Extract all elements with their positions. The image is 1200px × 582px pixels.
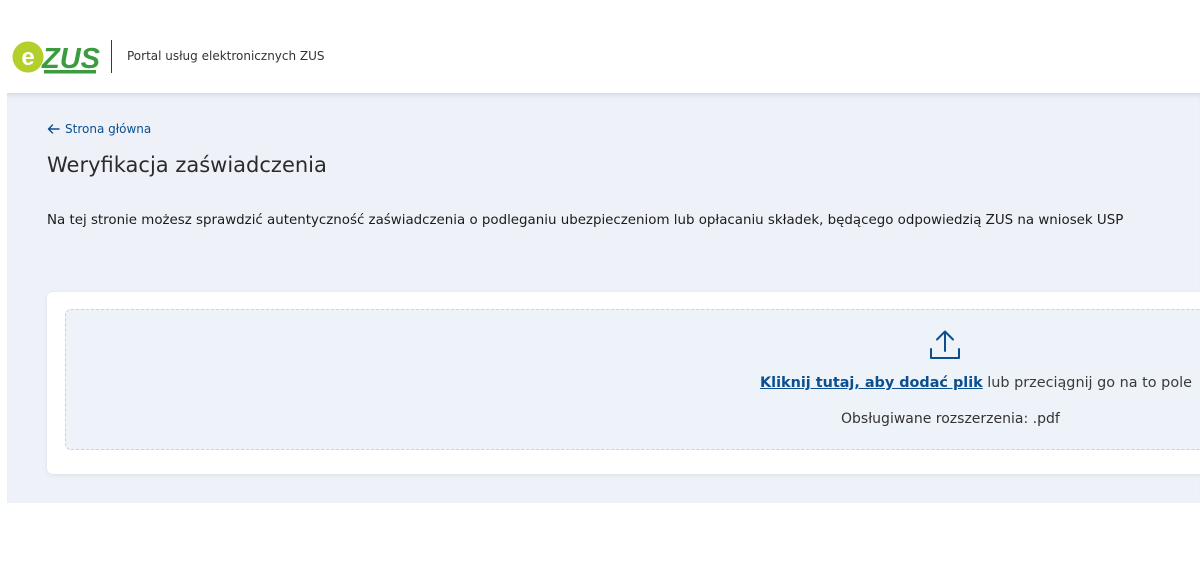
header: e ZUS Portal usług elektronicznych ZUS — [0, 0, 1200, 93]
add-file-link[interactable]: Kliknij tutaj, aby dodać plik — [760, 375, 983, 391]
logo-divider — [111, 40, 112, 73]
back-link-label: Strona główna — [65, 122, 152, 136]
ezus-logo[interactable]: e ZUS — [12, 36, 101, 76]
upload-icon[interactable] — [928, 328, 962, 362]
drag-hint: lub przeciągnij go na to pole — [982, 375, 1192, 391]
upload-instructions: Kliknij tutaj, aby dodać plik lub przeci… — [760, 375, 1192, 391]
page-description: Na tej stronie możesz sprawdzić autentyc… — [47, 213, 1124, 228]
portal-name: Portal usług elektronicznych ZUS — [127, 49, 325, 63]
arrow-left-icon — [47, 124, 60, 134]
page-title: Weryfikacja zaświadczenia — [47, 153, 327, 177]
svg-text:e: e — [21, 44, 34, 71]
supported-extensions: Obsługiwane rozszerzenia: .pdf — [841, 411, 1060, 427]
upload-card: Kliknij tutaj, aby dodać plik lub przeci… — [47, 292, 1200, 474]
back-to-home-link[interactable]: Strona główna — [47, 122, 151, 136]
file-dropzone[interactable]: Kliknij tutaj, aby dodać plik lub przeci… — [65, 309, 1200, 450]
main-content: Strona główna Weryfikacja zaświadczenia … — [7, 93, 1200, 503]
